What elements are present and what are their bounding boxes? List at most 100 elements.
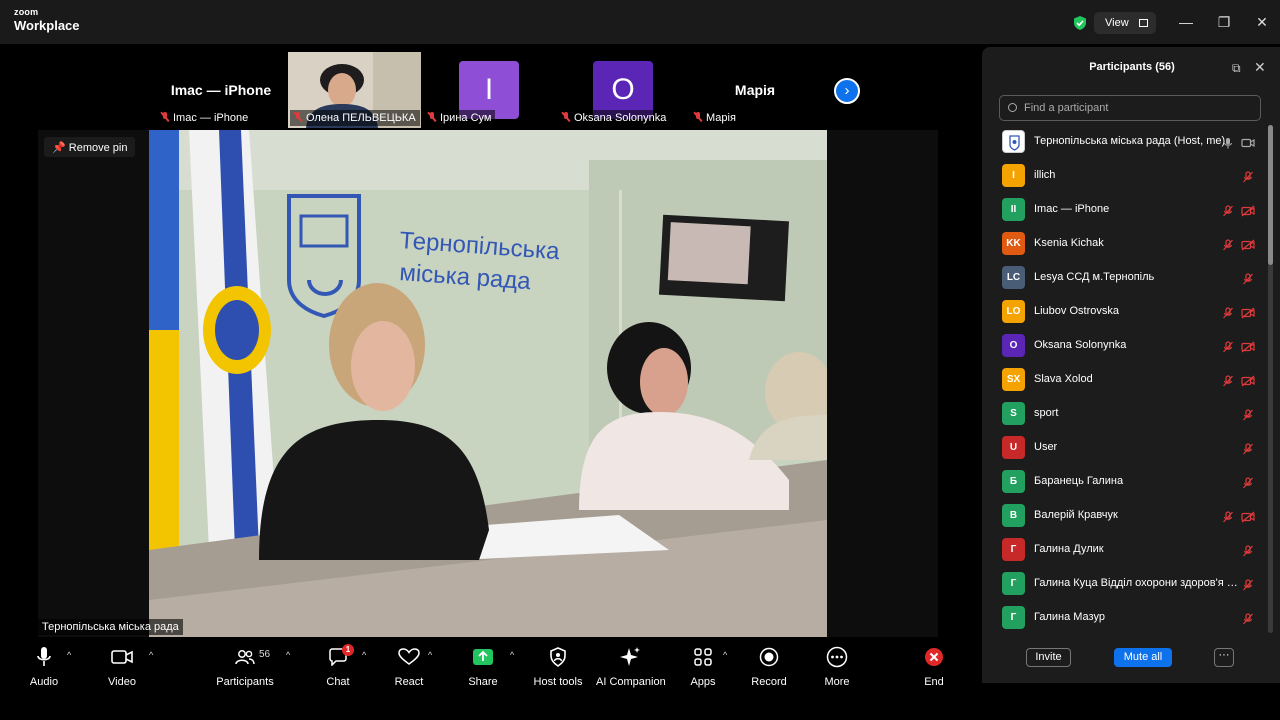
participant-avatar: LO: [1002, 300, 1025, 323]
mute-all-button[interactable]: Mute all: [1114, 648, 1172, 667]
participant-avatar: Г: [1002, 538, 1025, 561]
participant-name: Баранець Галина: [1034, 475, 1124, 487]
mic-on-icon[interactable]: [1222, 136, 1234, 149]
camera-off-icon[interactable]: [1241, 238, 1255, 251]
next-page-button[interactable]: ›: [834, 78, 860, 104]
main-video-scene: Тернопільська міська рада: [149, 130, 827, 637]
more-button[interactable]: More: [820, 646, 854, 690]
close-panel-icon[interactable]: ✕: [1254, 59, 1266, 76]
participant-name: Валерій Кравчук: [1034, 509, 1118, 521]
apps-options-caret[interactable]: ^: [723, 650, 727, 660]
invite-button[interactable]: Invite: [1026, 648, 1071, 667]
participant-avatar: II: [1002, 198, 1025, 221]
participant-row[interactable]: Б Баранець Галина: [982, 465, 1266, 499]
camera-off-icon[interactable]: [1241, 340, 1255, 353]
mic-muted-icon[interactable]: [1242, 578, 1254, 591]
tile-name: Imac — iPhone: [170, 82, 272, 98]
mic-muted-icon: [294, 112, 302, 122]
mic-muted-icon[interactable]: [1242, 544, 1254, 557]
participant-name: sport: [1034, 407, 1059, 419]
participant-row[interactable]: Ssport: [982, 397, 1266, 431]
participants-icon: [235, 650, 255, 665]
participant-row[interactable]: U User: [982, 431, 1266, 465]
record-button[interactable]: Record: [750, 646, 788, 690]
participant-row[interactable]: LO Liubov Ostrovska: [982, 295, 1266, 329]
mic-muted-icon[interactable]: [1242, 170, 1254, 183]
participant-row[interactable]: O Oksana Solonynka: [982, 329, 1266, 363]
participant-name: Галина Мазур: [1034, 611, 1105, 623]
camera-on-icon[interactable]: [1241, 136, 1255, 148]
audio-button[interactable]: Audio: [26, 646, 62, 690]
more-options-button[interactable]: ···: [1214, 648, 1234, 667]
participants-label: Participants: [216, 676, 274, 688]
mic-muted-icon[interactable]: [1222, 510, 1234, 523]
chat-options-caret[interactable]: ^: [362, 650, 366, 660]
mic-muted-icon[interactable]: [1222, 306, 1234, 319]
participant-name: Lesya ССД м.Тернопіль: [1034, 271, 1155, 283]
react-label: React: [394, 676, 424, 688]
remove-pin-button[interactable]: 📌 Remove pin: [44, 137, 136, 157]
host-tools-button[interactable]: Host tools: [532, 646, 584, 690]
participant-avatar: I: [1002, 164, 1025, 187]
participant-search-input[interactable]: Find a participant: [999, 95, 1261, 121]
participant-name: Ksenia Kichak: [1034, 237, 1104, 249]
tile-label: Олена ПЕЛЬВЕЦЬКА: [290, 110, 420, 126]
chat-unread-badge: 1: [342, 644, 354, 656]
mic-muted-icon[interactable]: [1242, 476, 1254, 489]
view-button[interactable]: View: [1094, 12, 1156, 34]
video-camera-icon: [111, 650, 133, 664]
apps-button[interactable]: Apps: [688, 646, 718, 690]
pin-icon: 📌: [52, 142, 66, 154]
participant-row[interactable]: Г Галина Мазур: [982, 601, 1266, 635]
camera-off-icon[interactable]: [1241, 510, 1255, 523]
mic-muted-icon[interactable]: [1242, 612, 1254, 625]
participant-row[interactable]: В Валерій Кравчук: [982, 499, 1266, 533]
share-options-caret[interactable]: ^: [510, 650, 514, 660]
record-label: Record: [751, 676, 787, 688]
participant-row[interactable]: SX Slava Xolod: [982, 363, 1266, 397]
end-button[interactable]: End: [920, 646, 948, 690]
participant-row[interactable]: Г Галина Куца Відділ охорони здоров'я та …: [982, 567, 1266, 601]
close-window-icon[interactable]: ✕: [1254, 14, 1270, 30]
participants-scrollbar[interactable]: [1268, 125, 1273, 633]
zoom-logo: zoom Workplace: [14, 8, 80, 33]
popout-icon[interactable]: ⧉: [1232, 61, 1241, 76]
participant-name: Тернопільська міська рада (Host, me): [1034, 135, 1226, 147]
scrollbar-thumb[interactable]: [1268, 125, 1273, 265]
camera-off-icon[interactable]: [1241, 306, 1255, 319]
mic-muted-icon[interactable]: [1222, 374, 1234, 387]
participant-row[interactable]: II Imac — iPhone: [982, 193, 1266, 227]
restore-icon[interactable]: ❐: [1216, 14, 1232, 30]
ai-companion-button[interactable]: AI Companion: [596, 646, 666, 690]
audio-label: Audio: [29, 676, 59, 688]
view-label: View: [1105, 17, 1129, 29]
participant-row[interactable]: Г Галина Дулик: [982, 533, 1266, 567]
participant-row[interactable]: Тернопільська міська рада (Host, me): [982, 125, 1266, 159]
share-screen-icon: [473, 649, 493, 665]
mic-muted-icon[interactable]: [1242, 408, 1254, 421]
participant-row[interactable]: KK Ksenia Kichak: [982, 227, 1266, 261]
mic-muted-icon[interactable]: [1222, 204, 1234, 217]
participant-row[interactable]: Iillich: [982, 159, 1266, 193]
audio-options-caret[interactable]: ^: [67, 650, 71, 660]
camera-off-icon[interactable]: [1241, 374, 1255, 387]
share-button[interactable]: Share: [466, 646, 500, 690]
security-shield-icon[interactable]: [1072, 15, 1088, 31]
participant-row[interactable]: LC Lesya ССД м.Тернопіль: [982, 261, 1266, 295]
mic-muted-icon[interactable]: [1242, 442, 1254, 455]
video-options-caret[interactable]: ^: [149, 650, 153, 660]
react-options-caret[interactable]: ^: [428, 650, 432, 660]
camera-off-icon[interactable]: [1241, 204, 1255, 217]
react-button[interactable]: React: [392, 646, 426, 690]
mic-muted-icon[interactable]: [1222, 340, 1234, 353]
minimize-icon[interactable]: —: [1178, 14, 1194, 30]
share-label: Share: [468, 676, 498, 688]
participants-options-caret[interactable]: ^: [286, 650, 290, 660]
mic-muted-icon[interactable]: [1222, 238, 1234, 251]
participant-name: User: [1034, 441, 1058, 453]
video-button[interactable]: Video: [104, 646, 140, 690]
chevron-right-icon: ›: [844, 82, 850, 99]
grid-icon: [1139, 19, 1148, 27]
mic-muted-icon: [428, 112, 436, 122]
mic-muted-icon[interactable]: [1242, 272, 1254, 285]
